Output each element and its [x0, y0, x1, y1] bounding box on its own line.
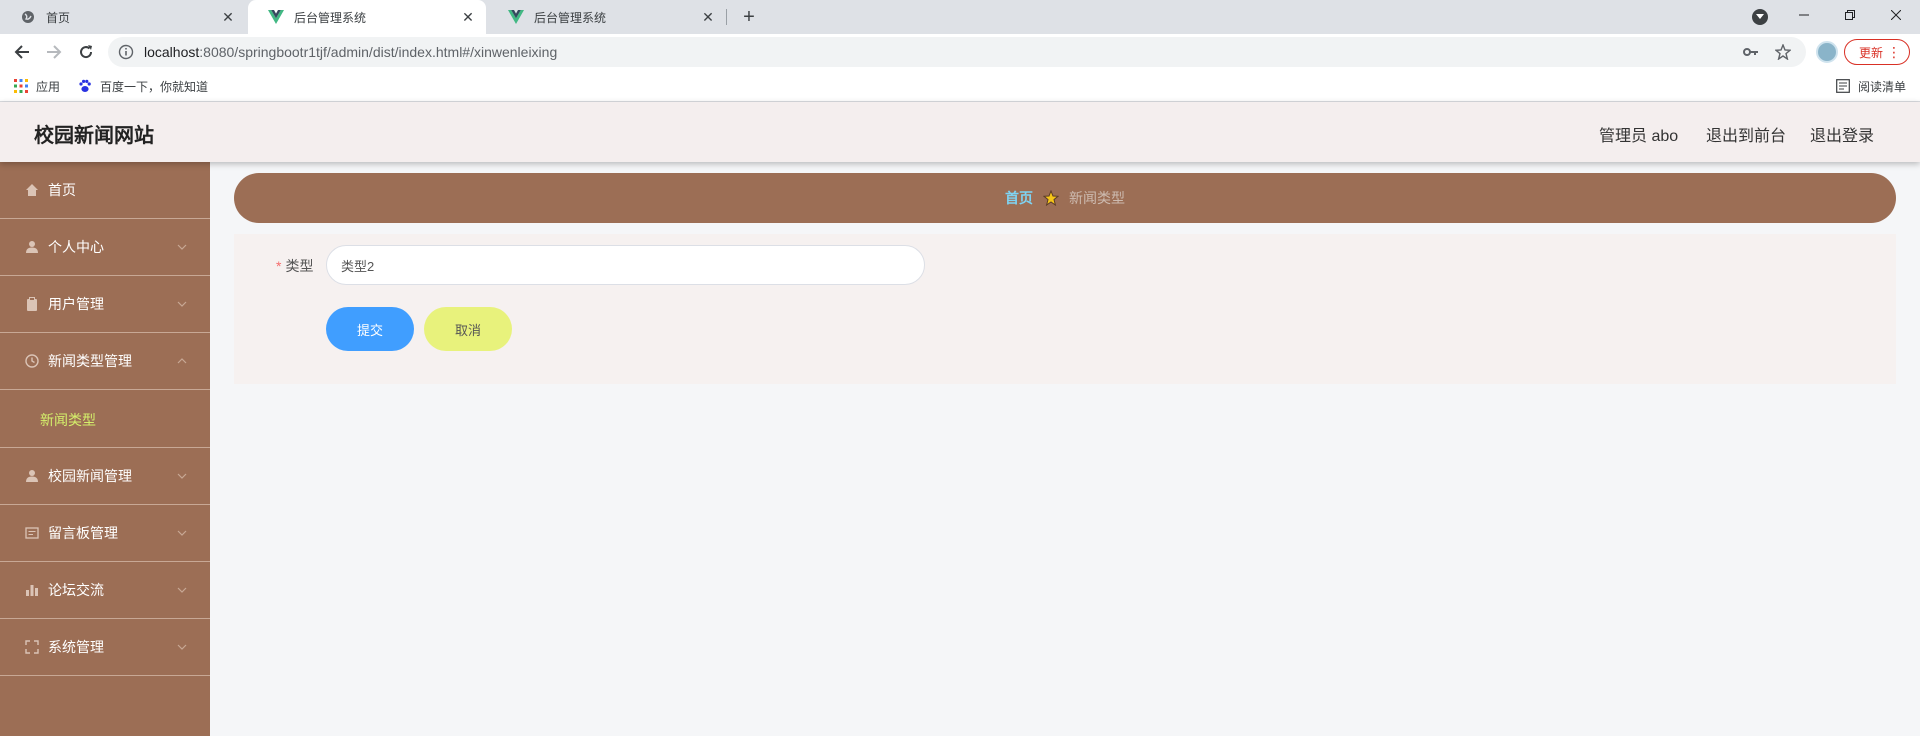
user-icon [24, 468, 40, 484]
tab-search-icon[interactable] [1752, 9, 1768, 25]
reading-list-icon [1836, 79, 1850, 93]
user-icon [24, 239, 40, 255]
logout-link[interactable]: 退出登录 [1810, 122, 1874, 146]
chevron-down-icon [176, 241, 188, 253]
tab-title: 后台管理系统 [294, 10, 367, 25]
update-button[interactable]: 更新 ⋮ [1844, 39, 1910, 65]
close-icon[interactable]: ✕ [700, 9, 716, 25]
tab-title: 后台管理系统 [534, 10, 607, 25]
bookmark-label: 百度一下，你就知道 [100, 79, 209, 94]
admin-user-label: 管理员 abo [1599, 128, 1679, 145]
fullscreen-icon [24, 639, 40, 655]
reading-list[interactable]: 阅读清单 [1836, 70, 1906, 102]
tab-title: 首页 [46, 10, 71, 25]
chevron-down-icon [176, 641, 188, 653]
restore-icon[interactable] [1827, 0, 1873, 30]
chevron-up-icon [176, 355, 188, 367]
sidebar-item-label: 用户管理 [48, 296, 104, 312]
sidebar-item-label: 新闻类型管理 [48, 353, 132, 369]
chevron-down-icon [176, 470, 188, 482]
sidebar-item-label: 留言板管理 [48, 525, 118, 541]
required-mark: * [276, 258, 282, 274]
bookmark-apps[interactable]: 应用 [14, 70, 60, 102]
sidebar-item-campus-news-management[interactable]: 校园新闻管理 [0, 448, 210, 505]
app-header: 校园新闻网站 管理员 abo 退出到前台 退出登录 [0, 102, 1920, 162]
clipboard-icon [24, 296, 40, 312]
sidebar: 首页 个人中心 用户管理 新闻类型管理 新闻类型 校园新闻管理 留言板管理 论坛… [0, 162, 210, 736]
forward-arrow-icon[interactable] [42, 40, 66, 64]
close-icon[interactable]: ✕ [460, 9, 476, 25]
sidebar-item-forum[interactable]: 论坛交流 [0, 562, 210, 619]
reading-list-label: 阅读清单 [1858, 79, 1907, 94]
clock-icon [24, 353, 40, 369]
breadcrumb-home[interactable]: 首页 [1005, 188, 1033, 208]
home-icon [24, 182, 40, 198]
globe-icon [20, 9, 36, 25]
update-label: 更新 [1859, 45, 1884, 60]
sidebar-item-label: 校园新闻管理 [48, 468, 132, 484]
new-tab-plus-icon[interactable]: + [738, 6, 760, 28]
sidebar-item-user-management[interactable]: 用户管理 [0, 276, 210, 333]
submenu-news-type: 新闻类型 [0, 390, 210, 448]
more-vert-icon: ⋮ [1887, 44, 1901, 60]
reload-icon[interactable] [74, 40, 98, 64]
sidebar-item-label: 首页 [48, 182, 76, 198]
info-icon[interactable] [118, 44, 134, 60]
message-board-icon [24, 525, 40, 541]
breadcrumb-current: 新闻类型 [1069, 190, 1125, 206]
sidebar-subitem-news-type[interactable]: 新闻类型 [40, 410, 96, 430]
vue-icon [268, 9, 284, 25]
type-label-text: 类型 [285, 258, 314, 274]
url-path: :8080/springbootr1tjf/admin/dist/index.h… [199, 44, 558, 60]
profile-avatar[interactable] [1816, 41, 1838, 63]
exit-to-front-link[interactable]: 退出到前台 [1706, 122, 1786, 146]
star-separator-icon [1043, 190, 1059, 206]
sidebar-item-personal-center[interactable]: 个人中心 [0, 219, 210, 276]
key-icon[interactable] [1742, 43, 1760, 61]
vue-icon [508, 9, 524, 25]
bookmark-star-icon[interactable] [1774, 43, 1792, 61]
browser-tab-strip: 首页 ✕ 后台管理系统 ✕ 后台管理系统 ✕ + [0, 0, 1920, 34]
back-arrow-icon[interactable] [10, 40, 34, 64]
bar-chart-icon [24, 582, 40, 598]
bookmarks-bar: 应用 百度一下，你就知道 阅读清单 [0, 70, 1920, 102]
sidebar-item-news-type-management[interactable]: 新闻类型管理 [0, 333, 210, 390]
url-text[interactable]: localhost:8080/springbootr1tjf/admin/dis… [144, 44, 1742, 60]
window-close-icon[interactable] [1873, 0, 1919, 30]
sidebar-item-home[interactable]: 首页 [0, 162, 210, 219]
minimize-icon[interactable] [1781, 0, 1827, 30]
breadcrumb: 首页 新闻类型 [234, 173, 1896, 223]
sidebar-item-message-board[interactable]: 留言板管理 [0, 505, 210, 562]
chevron-down-icon [176, 298, 188, 310]
type-field-label: * 类型 [276, 256, 313, 276]
chevron-down-icon [176, 584, 188, 596]
browser-toolbar: localhost:8080/springbootr1tjf/admin/dis… [0, 34, 1920, 70]
bookmark-baidu[interactable]: 百度一下，你就知道 [78, 70, 208, 102]
cancel-button[interactable]: 取消 [424, 307, 512, 351]
baidu-paw-icon [78, 79, 92, 93]
site-title: 校园新闻网站 [34, 125, 154, 147]
sidebar-item-label: 系统管理 [48, 639, 104, 655]
close-icon[interactable]: ✕ [220, 9, 236, 25]
browser-tab-admin-active[interactable]: 后台管理系统 ✕ [248, 0, 486, 34]
sidebar-item-label: 个人中心 [48, 239, 104, 255]
browser-tab-admin[interactable]: 后台管理系统 ✕ [488, 0, 726, 34]
sidebar-item-system-management[interactable]: 系统管理 [0, 619, 210, 676]
tab-separator [726, 9, 727, 25]
chevron-down-icon [176, 527, 188, 539]
address-bar[interactable]: localhost:8080/springbootr1tjf/admin/dis… [108, 37, 1806, 67]
sidebar-item-label: 论坛交流 [48, 582, 104, 598]
submit-button[interactable]: 提交 [326, 307, 414, 351]
url-host: localhost [144, 44, 200, 60]
bookmark-label: 应用 [36, 79, 61, 94]
apps-grid-icon [14, 79, 28, 93]
type-input[interactable] [326, 245, 925, 285]
browser-tab-home[interactable]: 首页 ✕ [0, 0, 246, 34]
